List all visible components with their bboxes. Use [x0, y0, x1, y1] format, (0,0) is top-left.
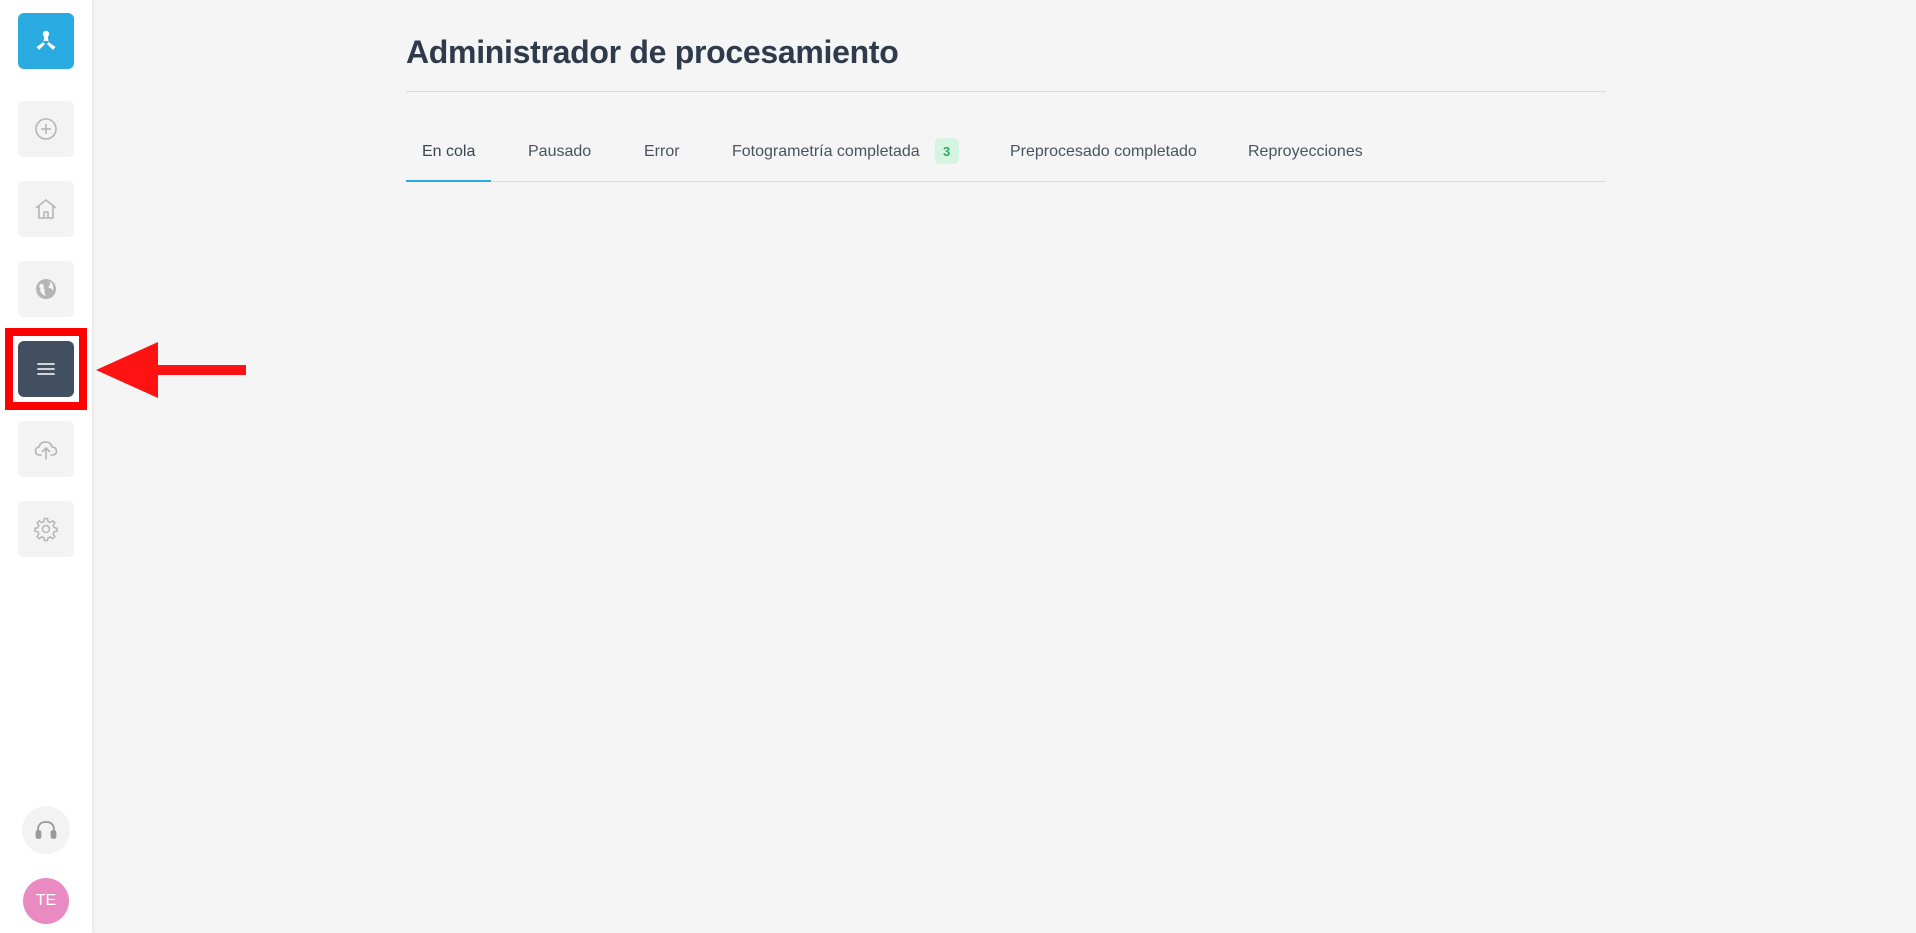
arrow-annotation-icon — [96, 342, 246, 398]
count-badge: 3 — [934, 138, 959, 164]
avatar[interactable]: TE — [23, 878, 69, 924]
tab-error[interactable]: Error — [644, 132, 680, 181]
tab-label: Pausado — [528, 143, 592, 160]
home-button[interactable] — [18, 181, 74, 237]
sidebar: TE — [0, 0, 92, 933]
page-title: Administrador de procesamiento — [406, 34, 899, 70]
plus-circle-icon — [35, 118, 57, 140]
avatar-initials: TE — [35, 892, 57, 909]
upload-button[interactable] — [18, 421, 74, 477]
settings-button[interactable] — [18, 501, 74, 557]
logo-button[interactable] — [18, 13, 74, 69]
tab-label: En cola — [422, 143, 476, 160]
tab-reproyecciones[interactable]: Reproyecciones — [1248, 132, 1363, 181]
tab-pausado[interactable]: Pausado — [528, 132, 591, 181]
headset-icon — [35, 821, 57, 839]
gear-icon — [34, 517, 58, 542]
title-divider — [406, 91, 1606, 92]
tab-label: Error — [644, 143, 680, 160]
tab-preprocesado-completado[interactable]: Preprocesado completado — [1010, 132, 1197, 181]
support-button[interactable] — [22, 806, 70, 854]
globe-icon — [36, 279, 56, 299]
cloud-upload-icon — [34, 441, 58, 460]
globe-button[interactable] — [18, 261, 74, 317]
add-button[interactable] — [18, 101, 74, 157]
tab-label: Preprocesado completado — [1010, 143, 1197, 160]
tab-en-cola[interactable]: En cola — [406, 132, 492, 182]
tab-fotogrametria-completada[interactable]: Fotogrametría completada 3 — [732, 132, 959, 181]
home-icon — [35, 199, 57, 219]
logo-icon — [36, 30, 56, 50]
highlight-annotation — [5, 328, 87, 410]
tab-bar: En cola Pausado Error Fotogrametría comp… — [406, 132, 1606, 182]
tab-label: Reproyecciones — [1248, 143, 1363, 160]
tab-label: Fotogrametría completada — [732, 143, 920, 160]
